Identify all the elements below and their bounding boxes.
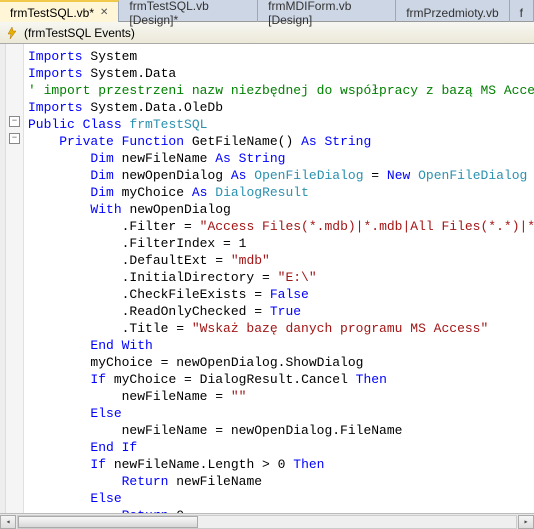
fold-toggle[interactable]: −	[9, 133, 20, 144]
code-line: If newFileName.Length > 0 Then	[28, 456, 534, 473]
code-line: End If	[28, 439, 534, 456]
tab-bar: frmTestSQL.vb*✕frmTestSQL.vb [Design]*fr…	[0, 0, 534, 22]
tab[interactable]: frmMDIForm.vb [Design]	[258, 0, 396, 22]
code-line: .FilterIndex = 1	[28, 235, 534, 252]
code-line: .DefaultExt = "mdb"	[28, 252, 534, 269]
scroll-right-button[interactable]: ▸	[518, 515, 534, 529]
code-line: If myChoice = DialogResult.Cancel Then	[28, 371, 534, 388]
code-line: Else	[28, 490, 534, 507]
code-line: newFileName = newOpenDialog.FileName	[28, 422, 534, 439]
code-line: Imports System.Data	[28, 65, 534, 82]
code-editor[interactable]: − − Imports SystemImports System.Data' i…	[0, 44, 534, 513]
horizontal-scrollbar[interactable]: ◂ ▸	[0, 513, 534, 529]
code-line: myChoice = newOpenDialog.ShowDialog	[28, 354, 534, 371]
code-line: Imports System.Data.OleDb	[28, 99, 534, 116]
tab-label: frmPrzedmioty.vb	[406, 6, 498, 20]
code-line: .ReadOnlyChecked = True	[28, 303, 534, 320]
scroll-left-button[interactable]: ◂	[0, 515, 16, 529]
code-line: Dim newFileName As String	[28, 150, 534, 167]
scroll-track[interactable]	[17, 515, 517, 529]
tab-label: f	[520, 6, 523, 20]
code-line: Return 0	[28, 507, 534, 513]
fold-toggle[interactable]: −	[9, 116, 20, 127]
code-line: .InitialDirectory = "E:\"	[28, 269, 534, 286]
tab[interactable]: f	[510, 0, 534, 22]
code-line: End With	[28, 337, 534, 354]
code-line: Dim newOpenDialog As OpenFileDialog = Ne…	[28, 167, 534, 184]
member-dropdown[interactable]: (frmTestSQL Events)	[0, 22, 534, 44]
tab-label: frmMDIForm.vb [Design]	[268, 0, 385, 27]
code-line: With newOpenDialog	[28, 201, 534, 218]
tab-label: frmTestSQL.vb*	[10, 6, 94, 20]
dropdown-text: (frmTestSQL Events)	[24, 26, 530, 40]
tab[interactable]: frmTestSQL.vb* ✕	[0, 0, 119, 22]
code-line: ' import przestrzeni nazw niezbędnej do …	[28, 82, 534, 99]
tab[interactable]: frmPrzedmioty.vb	[396, 0, 509, 22]
code-line: Dim myChoice As DialogResult	[28, 184, 534, 201]
code-line: newFileName = ""	[28, 388, 534, 405]
code-line: .Title = "Wskaż bazę danych programu MS …	[28, 320, 534, 337]
code-line: .CheckFileExists = False	[28, 286, 534, 303]
code-line: Private Function GetFileName() As String	[28, 133, 534, 150]
fold-gutter: − −	[6, 44, 24, 513]
code-line: Else	[28, 405, 534, 422]
close-icon[interactable]: ✕	[100, 7, 108, 18]
code-content[interactable]: Imports SystemImports System.Data' impor…	[24, 44, 534, 513]
code-line: Imports System	[28, 48, 534, 65]
tab-label: frmTestSQL.vb [Design]*	[129, 0, 247, 27]
code-line: Public Class frmTestSQL	[28, 116, 534, 133]
code-line: .Filter = "Access Files(*.mdb)|*.mdb|All…	[28, 218, 534, 235]
scroll-thumb[interactable]	[18, 516, 198, 528]
code-line: Return newFileName	[28, 473, 534, 490]
tab[interactable]: frmTestSQL.vb [Design]*	[119, 0, 258, 22]
lightning-icon	[4, 25, 20, 41]
